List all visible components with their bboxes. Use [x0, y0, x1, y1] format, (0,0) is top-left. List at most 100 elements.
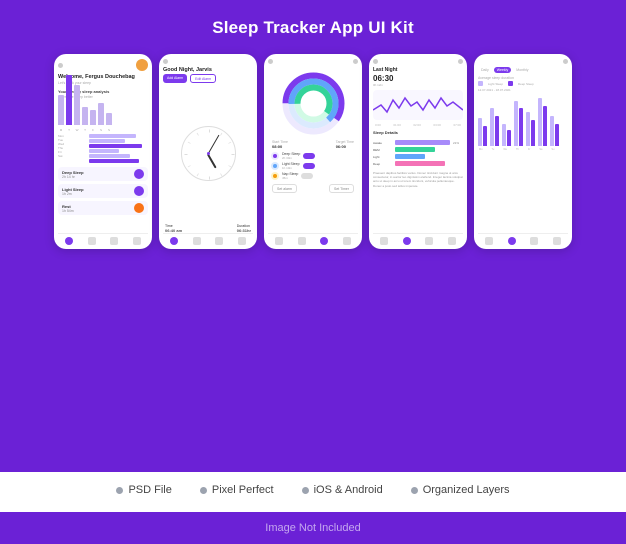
deep-toggle[interactable]: [303, 153, 315, 159]
sleep-desc: Praesent dapibus facilisis varius. Donec…: [373, 171, 463, 188]
bar-mon: [58, 95, 64, 125]
light-sleep-row: Light Sleep 1h 10m: [268, 162, 358, 170]
home-icon-5[interactable]: [485, 237, 493, 245]
day-labels: M T W T F S S: [58, 128, 148, 132]
stats-icon[interactable]: [88, 237, 96, 245]
day-labels-5: Mo Tu We Th Fr Sa Su: [478, 148, 568, 151]
home-icon[interactable]: [65, 237, 73, 245]
weekly-bar-chart: [478, 96, 568, 146]
settings-icon-4: [458, 59, 463, 64]
alarm-icon-3[interactable]: [320, 237, 328, 245]
deep-sleep-row: Deep Sleep 2h 30m: [268, 152, 358, 160]
deep-sleep-time: 2h 14 hr: [62, 175, 84, 179]
bottom-section: PSD File Pixel Perfect iOS & Android Org…: [0, 472, 626, 512]
greeting-2: Good Night, Jarvis: [163, 67, 253, 73]
tab-daily[interactable]: Daily: [478, 67, 492, 73]
wave-chart: [373, 90, 463, 120]
sleep-details-label: Sleep Details: [373, 130, 463, 135]
menu-icon: [58, 63, 63, 68]
alarm-icon-2[interactable]: [215, 237, 223, 245]
deep-sleep-item: Deep Sleep 2h 14 hr: [58, 167, 148, 181]
alarm-icon-5[interactable]: [530, 237, 538, 245]
settings-icon[interactable]: [110, 237, 118, 245]
light-toggle[interactable]: [303, 163, 315, 169]
dark-legend: [508, 81, 513, 86]
tab-weekly[interactable]: Weekly: [494, 67, 511, 73]
alarm-buttons: Add Alarm Edit Alarm: [163, 74, 253, 83]
stats-icon-5[interactable]: [508, 237, 516, 245]
stats-icon-2[interactable]: [193, 237, 201, 245]
top-section: Sleep Tracker App UI Kit Welcome, Fergus…: [0, 0, 626, 472]
psd-dot: [116, 487, 123, 494]
last-night-time: 06:30: [373, 74, 463, 83]
home-icon-4[interactable]: [380, 237, 388, 245]
page-title: Sleep Tracker App UI Kit: [212, 18, 414, 38]
home-icon-3[interactable]: [275, 237, 283, 245]
bar-we: [502, 124, 511, 146]
profile-icon-2[interactable]: [238, 237, 246, 245]
bar-thu: [82, 107, 88, 125]
deep-sleep-label: Deep Sleep: [62, 170, 84, 175]
clock-area: [163, 86, 253, 221]
bar-wed: [74, 85, 80, 125]
nav-bottom-2: [163, 233, 253, 245]
profile-icon-4[interactable]: [448, 237, 456, 245]
avg-label: Average sleep duration: [478, 76, 568, 80]
date-range: 12.07.2021 - 18.07.2021: [478, 88, 568, 92]
feature-ios: iOS & Android: [302, 484, 383, 496]
ring-container: [268, 71, 358, 136]
edit-alarm-button[interactable]: Edit Alarm: [190, 74, 216, 83]
phone3-action-buttons: Set alarm Set Timer: [268, 184, 358, 193]
nap-icon: [271, 172, 279, 180]
deep-icon: [271, 152, 279, 160]
nav-bottom: [58, 233, 148, 245]
rest-badge: [134, 203, 144, 213]
feature-pixel: Pixel Perfect: [200, 484, 274, 496]
nav-bottom-3: [268, 233, 358, 245]
pixel-dot: [200, 487, 207, 494]
rest-time: 1h 54m: [62, 209, 74, 213]
weekly-chart: [58, 103, 148, 125]
layers-label: Organized Layers: [423, 484, 510, 496]
phone-5: Daily Weekly Monthly Average sleep durat…: [474, 54, 572, 249]
rem-bar: [395, 147, 435, 152]
add-alarm-button[interactable]: Add Alarm: [163, 74, 187, 83]
light-bar: [395, 154, 425, 159]
phone-4: Last Night 06:30 0h 12m 0:00 01:00 02:00…: [369, 54, 467, 249]
deep-sleep-badge: [134, 169, 144, 179]
bar-tue: [66, 75, 72, 125]
awake-stage: Awake 21%: [373, 140, 463, 145]
tab-monthly[interactable]: Monthly: [513, 67, 531, 73]
deep-stage: Deep: [373, 161, 463, 166]
profile-icon-5[interactable]: [553, 237, 561, 245]
alarm-icon-4[interactable]: [425, 237, 433, 245]
stats-icon-3[interactable]: [298, 237, 306, 245]
set-alarm-button[interactable]: Set alarm: [272, 184, 297, 193]
sleep-stages: Awake 21% REM Light Deep: [373, 140, 463, 168]
bar-tu: [490, 108, 499, 146]
bar-sa: [538, 98, 547, 146]
light-stage: Light: [373, 154, 463, 159]
menu-icon-2: [163, 59, 168, 64]
feature-psd: PSD File: [116, 484, 171, 496]
sleep-icon-4[interactable]: [403, 237, 411, 245]
light-sleep-item: Light Sleep 1h 2m: [58, 184, 148, 198]
profile-icon[interactable]: [133, 237, 141, 245]
start-val: 08:00: [272, 144, 288, 149]
rem-stage: REM: [373, 147, 463, 152]
profile-icon-3[interactable]: [343, 237, 351, 245]
clock-face: [181, 126, 236, 181]
rest-item: Rest 1h 54m: [58, 201, 148, 215]
home-icon-2[interactable]: [170, 237, 178, 245]
nap-toggle[interactable]: [301, 173, 313, 179]
nav-bottom-4: [373, 233, 463, 245]
phone-3: Start Time 08:00 Target Time 06:00 Deep …: [264, 54, 362, 249]
footer-band: Image Not Included: [0, 512, 626, 544]
pixel-label: Pixel Perfect: [212, 484, 274, 496]
bar-fri: [90, 110, 96, 125]
more-icon-5: [563, 59, 568, 64]
bar-sun: [106, 113, 112, 125]
light-legend: [478, 81, 483, 86]
light-sleep-time: 1h 2m: [62, 192, 84, 196]
set-timer-button[interactable]: Set Timer: [329, 184, 354, 193]
